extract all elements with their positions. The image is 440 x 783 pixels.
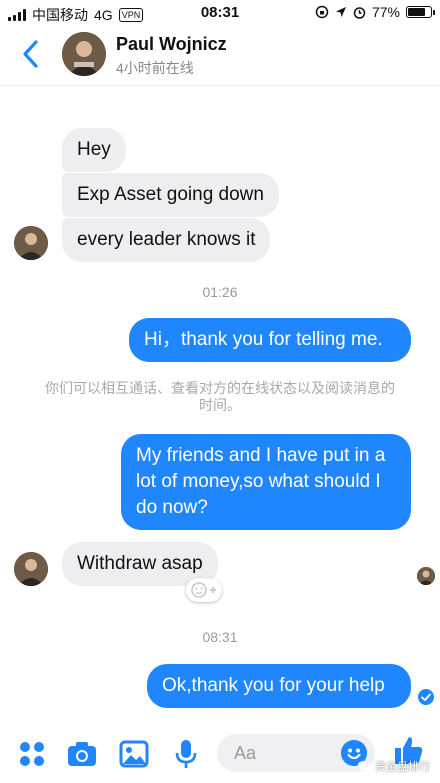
microphone-icon[interactable] bbox=[170, 738, 202, 770]
sender-avatar[interactable] bbox=[14, 552, 48, 586]
chat-header: Paul Wojnicz 4小时前在线 bbox=[0, 26, 440, 86]
contact-name[interactable]: Paul Wojnicz bbox=[116, 34, 227, 55]
rotation-lock-icon bbox=[315, 5, 329, 19]
battery-icon bbox=[406, 6, 435, 18]
read-receipt-icon bbox=[418, 689, 434, 705]
privacy-notice: 你们可以相互通话、查看对方的在线状态以及阅读消息的时间。 bbox=[45, 380, 395, 413]
composer-bar: Aa 资金盘排行 bbox=[0, 726, 440, 783]
status-bar: 中国移动 4G VPN 08:31 77% bbox=[0, 0, 440, 26]
timestamp: 08:31 bbox=[202, 629, 238, 645]
message-outgoing[interactable]: Ok,thank you for your help bbox=[147, 664, 411, 708]
battery-fill bbox=[408, 8, 425, 16]
message-incoming[interactable]: Hey bbox=[62, 128, 126, 172]
message-input[interactable]: Aa bbox=[217, 734, 375, 772]
sender-avatar[interactable] bbox=[14, 226, 48, 260]
apps-icon[interactable] bbox=[16, 738, 48, 770]
back-chevron-icon[interactable] bbox=[18, 38, 44, 70]
contact-avatar[interactable] bbox=[62, 32, 106, 76]
status-right: 77% bbox=[315, 4, 435, 20]
location-icon bbox=[335, 7, 346, 17]
timestamp: 01:26 bbox=[202, 284, 238, 300]
seen-avatar bbox=[417, 567, 435, 585]
watermark: 资金盘排行 bbox=[358, 758, 430, 774]
message-outgoing[interactable]: My friends and I have put in a lot of mo… bbox=[121, 434, 411, 530]
camera-icon[interactable] bbox=[66, 738, 98, 770]
alarm-icon bbox=[353, 6, 366, 19]
image-icon[interactable] bbox=[118, 738, 150, 770]
reaction-add-icon[interactable] bbox=[186, 578, 222, 602]
message-outgoing[interactable]: Hi，thank you for telling me. bbox=[129, 318, 411, 362]
wechat-icon bbox=[358, 761, 372, 771]
message-incoming[interactable]: Exp Asset going down bbox=[62, 173, 279, 217]
watermark-text: 资金盘排行 bbox=[375, 761, 430, 773]
battery-percent: 77% bbox=[371, 4, 400, 20]
contact-presence: 4小时前在线 bbox=[116, 60, 194, 76]
message-placeholder: Aa bbox=[234, 743, 257, 763]
message-incoming[interactable]: every leader knows it bbox=[62, 218, 271, 262]
